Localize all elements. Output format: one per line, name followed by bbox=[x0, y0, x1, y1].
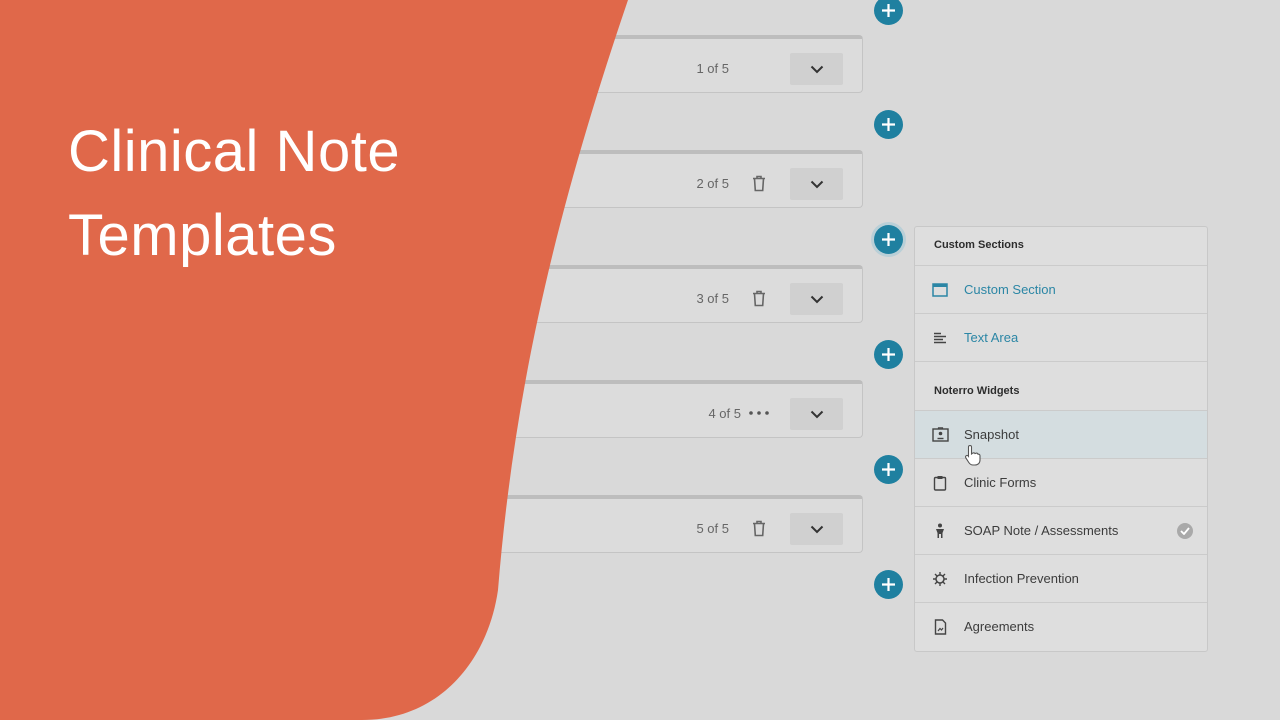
title-line-1: Clinical Note bbox=[68, 119, 401, 184]
title-line-2: Templates bbox=[68, 203, 337, 268]
title-banner-shape bbox=[0, 0, 628, 720]
page-title: Clinical Note Templates bbox=[68, 110, 400, 278]
